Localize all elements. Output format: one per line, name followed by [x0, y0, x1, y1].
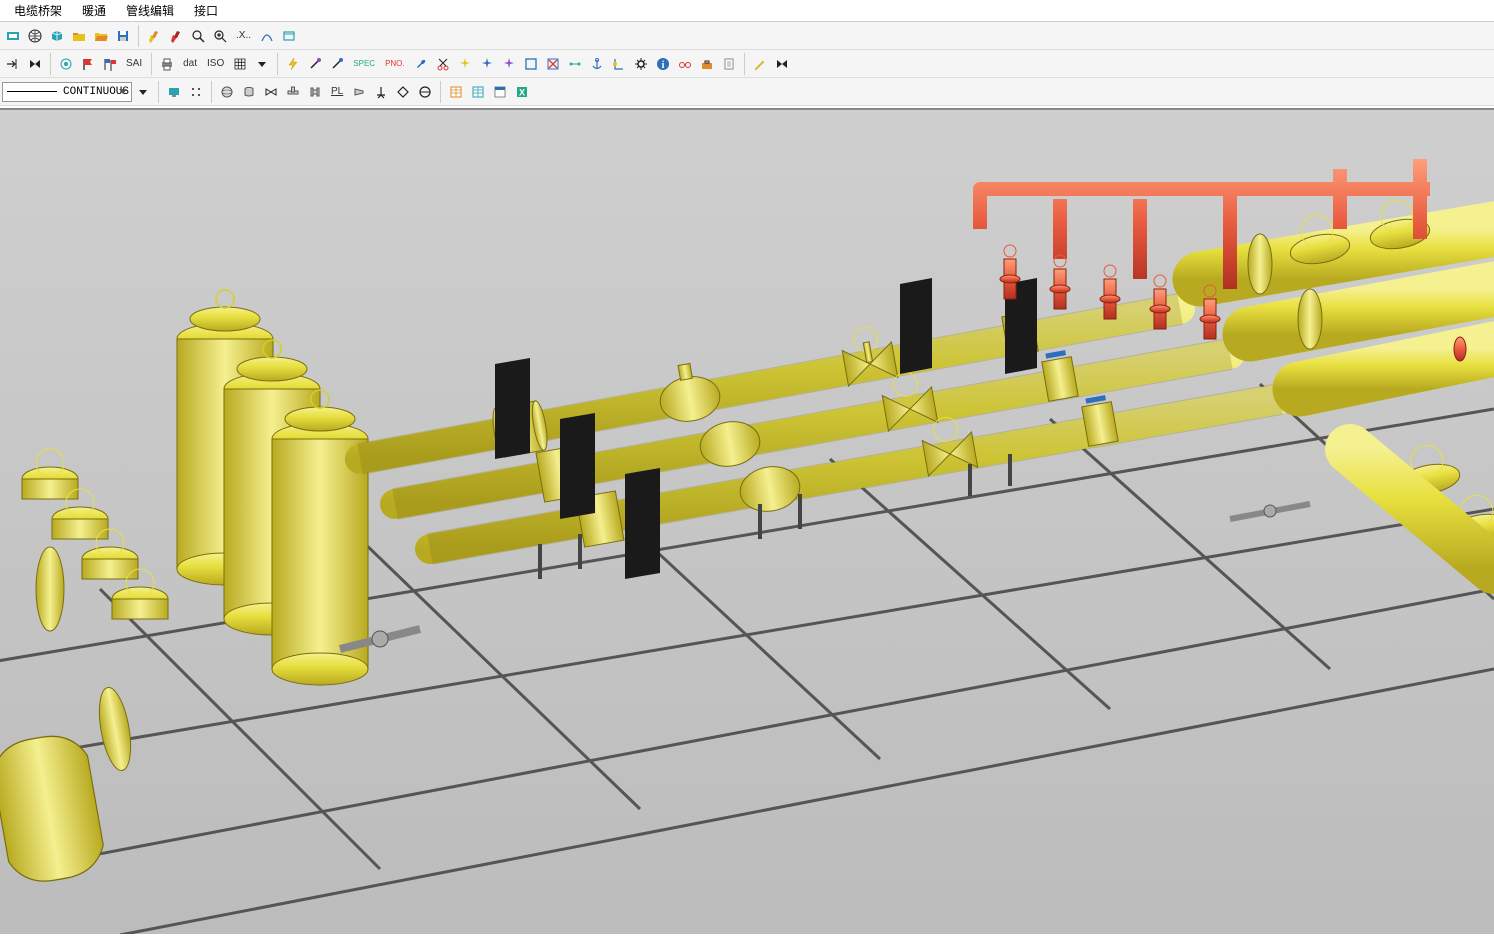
tb-gear-icon[interactable] [630, 53, 652, 75]
tb-flag-icon[interactable] [77, 53, 99, 75]
toolbars-area: .X.. SAI dat ISO SPEC PNO. i [0, 22, 1494, 106]
tb-flange-icon[interactable] [304, 81, 326, 103]
tb-sai-button[interactable]: SAI [121, 53, 147, 75]
tb-anchor-icon[interactable] [586, 53, 608, 75]
tb-cube-icon[interactable] [46, 25, 68, 47]
tb-printer-icon[interactable] [156, 53, 178, 75]
linetype-preview-icon [7, 91, 57, 92]
menu-hvac[interactable]: 暖通 [72, 0, 116, 21]
tb-diamond-icon[interactable] [392, 81, 414, 103]
tb-wand-purple-icon[interactable] [304, 53, 326, 75]
tb-save-icon[interactable] [112, 25, 134, 47]
linetype-dropdown[interactable]: CONTINUOUS [2, 82, 132, 102]
tb-dat-button[interactable]: dat [178, 53, 202, 75]
tb-box-cross-icon[interactable] [542, 53, 564, 75]
tb-bowtie2-icon[interactable] [771, 53, 793, 75]
tb-folder-icon[interactable] [68, 25, 90, 47]
tb-table3-icon[interactable] [489, 81, 511, 103]
tb-spark-blue-icon[interactable] [476, 53, 498, 75]
tb-zoom-icon[interactable] [187, 25, 209, 47]
tb-box-blue-icon[interactable] [520, 53, 542, 75]
tb-tee-icon[interactable] [282, 81, 304, 103]
tb-flags-icon[interactable] [99, 53, 121, 75]
svg-text:X: X [519, 87, 525, 97]
tb-node-icon[interactable] [564, 53, 586, 75]
toolbar-row-2: SAI dat ISO SPEC PNO. i [0, 50, 1494, 78]
tb-globe-icon[interactable] [24, 25, 46, 47]
toolbar-row-3: CONTINUOUS PL X [0, 78, 1494, 106]
linetype-value: CONTINUOUS [63, 86, 129, 98]
tb-circle-line-icon[interactable] [414, 81, 436, 103]
tb-glasses-icon[interactable] [674, 53, 696, 75]
tb-toolbox-icon[interactable] [696, 53, 718, 75]
svg-text:i: i [661, 60, 664, 71]
tb-pencil-icon[interactable] [749, 53, 771, 75]
tb-cut-icon[interactable] [432, 53, 454, 75]
tb-pl-button[interactable]: PL [326, 81, 348, 103]
3d-viewport[interactable] [0, 108, 1494, 934]
toolbar-row-1: .X.. [0, 22, 1494, 50]
tb-dots-icon[interactable] [185, 81, 207, 103]
tb-target-icon[interactable] [55, 53, 77, 75]
vessel-3 [272, 390, 368, 685]
tb-layer-icon[interactable] [2, 25, 24, 47]
tb-wand-blue-icon[interactable] [326, 53, 348, 75]
tb-sphere-icon[interactable] [216, 81, 238, 103]
tb-x-coord-icon[interactable]: .X.. [231, 25, 256, 47]
tb-section-icon[interactable] [608, 53, 630, 75]
tb-pno-button[interactable]: PNO. [380, 53, 410, 75]
tb-dropdown2-icon[interactable] [132, 81, 154, 103]
tb-pencil-yellow-icon[interactable] [143, 25, 165, 47]
tb-window-icon[interactable] [278, 25, 300, 47]
tb-dropdown-icon[interactable] [251, 53, 273, 75]
tb-open-icon[interactable] [90, 25, 112, 47]
menu-interface[interactable]: 接口 [184, 0, 228, 21]
tb-curve-icon[interactable] [256, 25, 278, 47]
tb-cylinder-icon[interactable] [238, 81, 260, 103]
tb-zoom-extents-icon[interactable] [209, 25, 231, 47]
tb-lightning-icon[interactable] [282, 53, 304, 75]
tb-doc-icon[interactable] [718, 53, 740, 75]
tb-arrow-in-icon[interactable] [2, 53, 24, 75]
tb-info-icon[interactable]: i [652, 53, 674, 75]
tb-wrench-icon[interactable] [410, 53, 432, 75]
tb-reducer-icon[interactable] [348, 81, 370, 103]
tb-table2-icon[interactable] [467, 81, 489, 103]
menu-bar: 电缆桥架 暖通 管线编辑 接口 [0, 0, 1494, 22]
tb-support-icon[interactable] [370, 81, 392, 103]
tb-grid-icon[interactable] [229, 53, 251, 75]
tb-spec-button[interactable]: SPEC [348, 53, 380, 75]
tb-spark-gold-icon[interactable] [454, 53, 476, 75]
tb-excel-icon[interactable]: X [511, 81, 533, 103]
tb-spark-purple-icon[interactable] [498, 53, 520, 75]
tb-screen-icon[interactable] [163, 81, 185, 103]
tb-bowtie-icon[interactable] [24, 53, 46, 75]
piping-3d-model [0, 110, 1494, 934]
tb-table1-icon[interactable] [445, 81, 467, 103]
tb-valve-icon[interactable] [260, 81, 282, 103]
tb-pencil-red-icon[interactable] [165, 25, 187, 47]
menu-cable-tray[interactable]: 电缆桥架 [4, 0, 72, 21]
menu-pipeline-edit[interactable]: 管线编辑 [116, 0, 184, 21]
tb-iso-button[interactable]: ISO [202, 53, 229, 75]
